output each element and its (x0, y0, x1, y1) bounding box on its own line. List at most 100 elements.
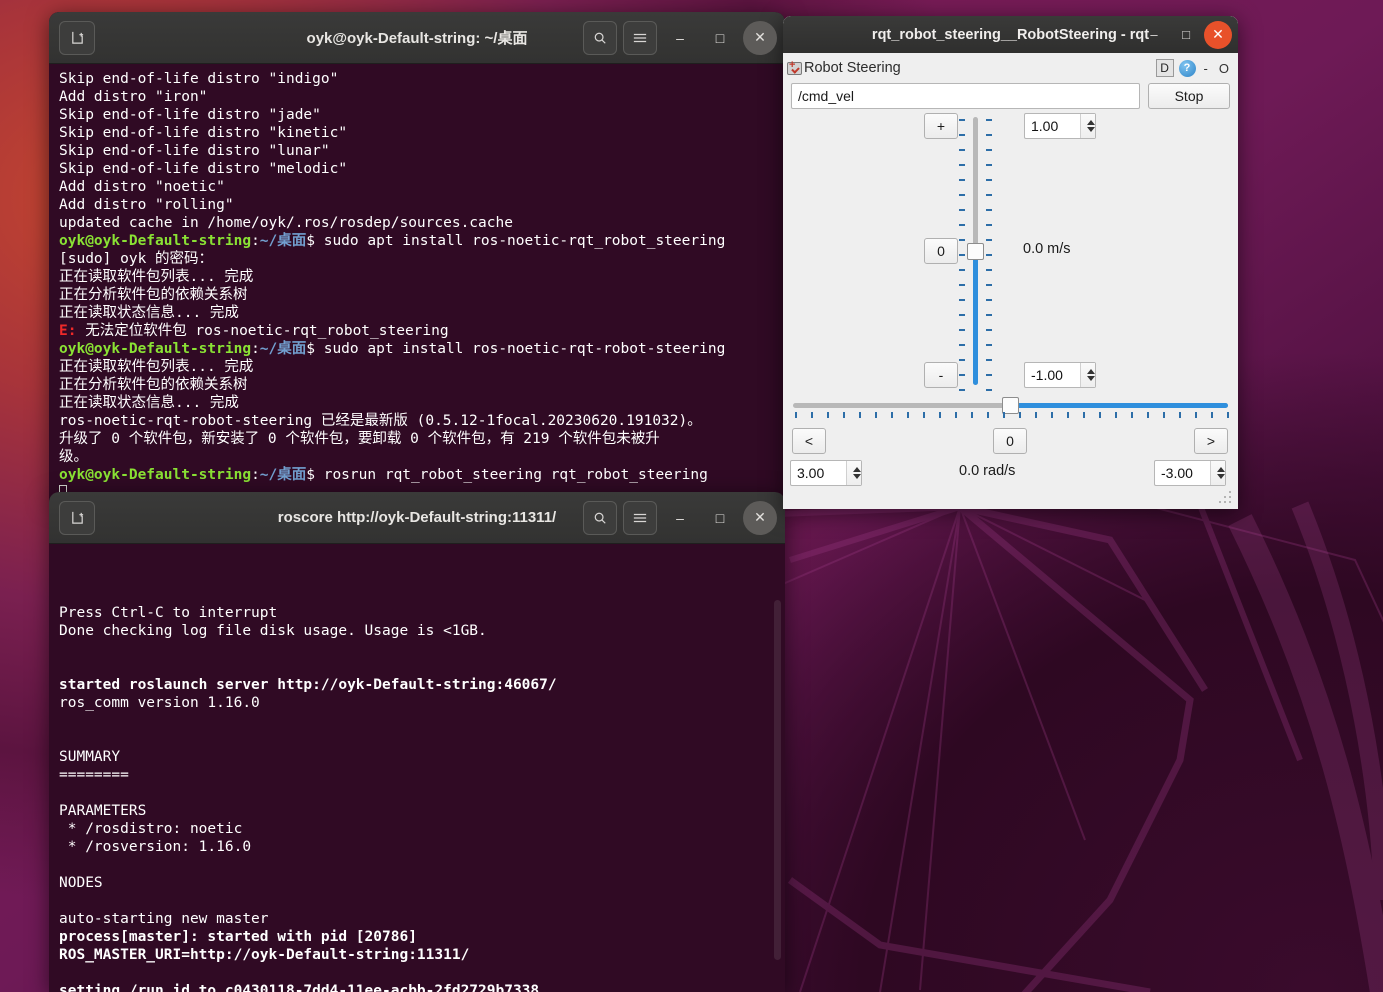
terminal-scrollbar[interactable] (774, 600, 781, 960)
terminal-line: [sudo] oyk 的密码： (59, 250, 785, 268)
terminal-line: SUMMARY (59, 748, 785, 766)
stop-button[interactable]: Stop (1148, 83, 1230, 109)
terminal-text: Skip end-of-life distro "melodic" (59, 161, 348, 177)
linear-max-stepper[interactable] (1080, 114, 1095, 138)
terminal-line: oyk@oyk-Default-string:~/桌面$ sudo apt in… (59, 232, 785, 250)
search-icon[interactable] (583, 20, 617, 55)
new-tab-icon[interactable] (59, 20, 95, 55)
angular-zero-button[interactable]: 0 (993, 428, 1027, 454)
new-tab-icon[interactable] (59, 500, 95, 535)
linear-velocity-panel: + 0 - 1.00 -1.00 0.0 m/s (783, 113, 1238, 401)
angular-min-spinbox[interactable]: -3.00 (1154, 460, 1226, 486)
linear-velocity-readout: 0.0 m/s (1023, 241, 1071, 257)
maximize-button[interactable]: □ (703, 501, 737, 535)
terminal-text: ros-noetic-rqt-robot-steering 已经是最新版 (0.… (59, 413, 702, 429)
rqt-content-area: Robot Steering D ? - O Stop (783, 53, 1238, 509)
linear-min-value: -1.00 (1031, 367, 1063, 383)
linear-slider-handle[interactable] (967, 243, 984, 260)
terminal-text: setting /run_id to c0430118-7dd4-11ee-ac… (59, 983, 540, 992)
terminal-text: Skip end-of-life distro "indigo" (59, 71, 339, 87)
terminal-line: PARAMETERS (59, 802, 785, 820)
angular-max-spinbox[interactable]: 3.00 (790, 460, 862, 486)
terminal-text: : (251, 467, 260, 483)
linear-max-spinbox[interactable]: 1.00 (1024, 113, 1096, 139)
angular-max-value: 3.00 (797, 465, 825, 481)
desktop: oyk@oyk-Default-string: ~/桌面 – □ ✕ Skip … (0, 0, 1383, 992)
rqt-minimize-button[interactable]: – (1140, 21, 1168, 49)
linear-max-value: 1.00 (1031, 118, 1059, 134)
terminal-line: Skip end-of-life distro "indigo" (59, 70, 785, 88)
hamburger-menu-icon[interactable] (623, 500, 657, 535)
terminal-text: 升级了 0 个软件包，新安装了 0 个软件包，要卸载 0 个软件包，有 219 … (59, 431, 660, 447)
linear-zero-button[interactable]: 0 (924, 238, 958, 264)
terminal-line: Add distro "iron" (59, 88, 785, 106)
terminal-line: Skip end-of-life distro "jade" (59, 106, 785, 124)
minimize-button[interactable]: – (663, 501, 697, 535)
terminal-text: auto-starting new master (59, 911, 269, 927)
terminal-window-bottom[interactable]: roscore http://oyk-Default-string:11311/… (49, 492, 785, 992)
linear-min-spinbox[interactable]: -1.00 (1024, 362, 1096, 388)
angular-slider-fill (1011, 403, 1228, 408)
terminal-text: 正在分析软件包的依赖关系树 (59, 287, 248, 303)
terminal-text: * /rosversion: 1.16.0 (59, 839, 252, 855)
terminal-top-output[interactable]: Skip end-of-life distro "indigo" Add dist… (49, 64, 785, 500)
angular-slider-ticks (795, 412, 1238, 418)
topic-input[interactable] (791, 83, 1140, 109)
terminal-bottom-output[interactable]: Press Ctrl-C to interrupt Done checking l… (49, 544, 785, 992)
terminal-text: updated cache in /home/oyk/.ros/rosdep/s… (59, 215, 513, 231)
terminal-text: process[master]: started with pid [20786… (59, 929, 417, 945)
angular-min-stepper[interactable] (1210, 461, 1225, 485)
maximize-button[interactable]: □ (703, 21, 737, 55)
terminal-text: ~/桌面 (259, 341, 307, 357)
linear-increase-button[interactable]: + (924, 113, 958, 139)
linear-decrease-button[interactable]: - (924, 362, 958, 388)
terminal-line: * /rosdistro: noetic (59, 820, 785, 838)
terminal-top-titlebar[interactable]: oyk@oyk-Default-string: ~/桌面 – □ ✕ (49, 12, 785, 64)
terminal-line: Skip end-of-life distro "melodic" (59, 160, 785, 178)
terminal-text: oyk@oyk-Default-string (59, 233, 252, 249)
angular-left-button[interactable]: < (792, 428, 826, 454)
hamburger-menu-icon[interactable] (623, 20, 657, 55)
close-button[interactable]: ✕ (743, 20, 777, 55)
dock-button[interactable]: D (1155, 59, 1174, 77)
terminal-line: Skip end-of-life distro "lunar" (59, 142, 785, 160)
terminal-line: Skip end-of-life distro "kinetic" (59, 124, 785, 142)
terminal-text: $ sudo apt install ros-noetic-rqt-robot-… (306, 341, 726, 357)
terminal-text: ~/桌面 (259, 467, 307, 483)
terminal-line: setting /run_id to c0430118-7dd4-11ee-ac… (59, 982, 785, 992)
terminal-bottom-titlebar[interactable]: roscore http://oyk-Default-string:11311/… (49, 492, 785, 544)
terminal-text: Skip end-of-life distro "kinetic" (59, 125, 348, 141)
terminal-text: PARAMETERS (59, 803, 147, 819)
help-icon[interactable]: ? (1178, 59, 1196, 77)
angular-max-stepper[interactable] (846, 461, 861, 485)
terminal-text: 正在读取状态信息... 完成 (59, 305, 239, 321)
terminal-window-top[interactable]: oyk@oyk-Default-string: ~/桌面 – □ ✕ Skip … (49, 12, 785, 500)
rqt-titlebar[interactable]: rqt_robot_steering__RobotSteering - rqt … (783, 16, 1238, 53)
linear-min-stepper[interactable] (1080, 363, 1095, 387)
resize-grip-icon[interactable] (1219, 491, 1233, 505)
terminal-line: oyk@oyk-Default-string:~/桌面$ rosrun rqt_… (59, 466, 785, 484)
search-icon[interactable] (583, 500, 617, 535)
terminal-text: NODES (59, 875, 103, 891)
dock-minimize-button[interactable]: - (1201, 61, 1211, 76)
minimize-button[interactable]: – (663, 21, 697, 55)
terminal-line: 级。 (59, 448, 785, 466)
terminal-text: ~/桌面 (259, 233, 307, 249)
float-dock-icon[interactable] (787, 59, 802, 75)
terminal-line: E: 无法定位软件包 ros-noetic-rqt_robot_steering (59, 322, 785, 340)
rqt-close-button[interactable]: ✕ (1204, 20, 1232, 49)
topic-row: Stop (783, 81, 1238, 109)
rqt-robot-steering-window[interactable]: rqt_robot_steering__RobotSteering - rqt … (783, 16, 1238, 509)
angular-right-button[interactable]: > (1194, 428, 1228, 454)
dock-widget-header: Robot Steering D ? - O (783, 53, 1238, 81)
terminal-text: 级。 (59, 449, 88, 465)
terminal-line: Press Ctrl-C to interrupt (59, 604, 785, 622)
rqt-maximize-button[interactable]: □ (1172, 21, 1200, 49)
terminal-line: oyk@oyk-Default-string:~/桌面$ sudo apt in… (59, 340, 785, 358)
terminal-line: 正在读取状态信息... 完成 (59, 304, 785, 322)
close-button[interactable]: ✕ (743, 500, 777, 535)
dock-close-button[interactable]: O (1216, 61, 1232, 76)
